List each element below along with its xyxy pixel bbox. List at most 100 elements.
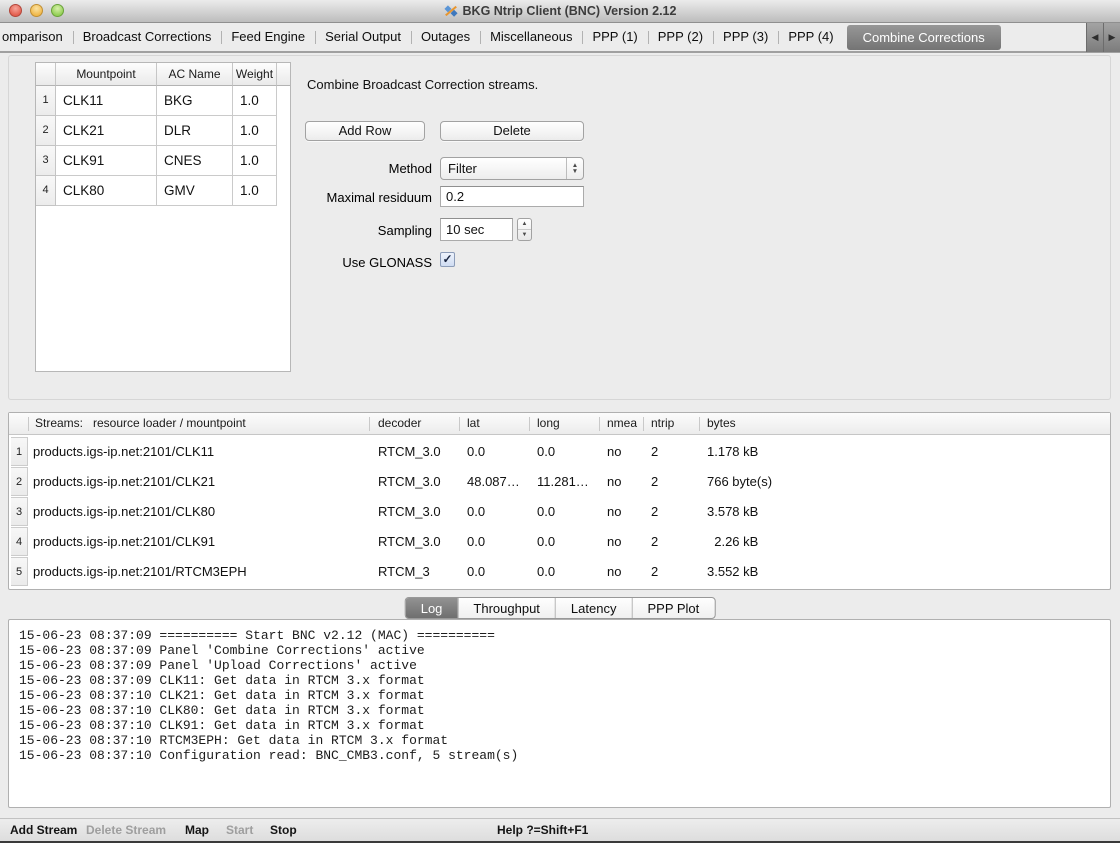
log-output-area[interactable]: 15-06-23 08:37:09 ========== Start BNC v…: [8, 619, 1111, 808]
cell-long: 11.281…: [537, 467, 589, 497]
column-header-weight: Weight: [233, 63, 277, 86]
cell-mountpoint: products.igs-ip.net:2101/CLK21: [33, 467, 215, 497]
cell-bytes: 3.578 kB: [707, 497, 758, 527]
streams-table[interactable]: Streams: resource loader / mountpoint de…: [8, 412, 1111, 590]
column-header-decoder: decoder: [378, 413, 421, 434]
table-corner-cell: [36, 63, 56, 86]
tab-combine-corrections[interactable]: Combine Corrections: [847, 25, 1001, 50]
cell-weight[interactable]: 1.0: [233, 116, 277, 146]
cell-weight[interactable]: 1.0: [233, 146, 277, 176]
stepper-up-icon[interactable]: ▲: [518, 219, 531, 230]
cell-weight[interactable]: 1.0: [233, 86, 277, 116]
maximal-residuum-input[interactable]: 0.2: [440, 186, 584, 207]
cell-nmea: no: [607, 497, 621, 527]
stop-button[interactable]: Stop: [270, 819, 297, 842]
cell-weight[interactable]: 1.0: [233, 176, 277, 206]
help-button[interactable]: Help ?=Shift+F1: [497, 819, 588, 842]
log-line: 15-06-23 08:37:09 Panel 'Upload Correcti…: [19, 658, 518, 673]
tab-comparison[interactable]: omparison: [0, 23, 73, 52]
tab-log[interactable]: Log: [406, 598, 458, 618]
delete-stream-button[interactable]: Delete Stream: [86, 819, 166, 842]
cell-nmea: no: [607, 437, 621, 467]
log-line: 15-06-23 08:37:10 Configuration read: BN…: [19, 748, 518, 763]
column-separator: [459, 417, 460, 431]
cell-ac-name[interactable]: GMV: [157, 176, 233, 206]
log-tab-bar: Log Throughput Latency PPP Plot: [405, 597, 716, 619]
combination-table[interactable]: Mountpoint AC Name Weight 1 CLK11 BKG 1.…: [35, 62, 291, 372]
cell-long: 0.0: [537, 497, 555, 527]
tab-ppp-plot[interactable]: PPP Plot: [631, 598, 714, 618]
tab-latency[interactable]: Latency: [555, 598, 632, 618]
cell-decoder: RTCM_3.0: [378, 497, 441, 527]
table-row: 3 CLK91 CNES 1.0: [36, 146, 290, 176]
sampling-stepper[interactable]: ▲ ▼: [517, 218, 532, 241]
column-header-streams-mountpoint: Streams: resource loader / mountpoint: [35, 413, 246, 434]
row-number[interactable]: 3: [36, 146, 56, 176]
cell-mountpoint[interactable]: CLK11: [56, 86, 157, 116]
tab-ppp-4[interactable]: PPP (4): [778, 23, 843, 52]
tab-ppp-2[interactable]: PPP (2): [648, 23, 713, 52]
tab-broadcast-corrections[interactable]: Broadcast Corrections: [73, 23, 222, 52]
column-header-filler: [277, 63, 290, 86]
start-button[interactable]: Start: [226, 819, 253, 842]
cell-mountpoint[interactable]: CLK21: [56, 116, 157, 146]
row-number[interactable]: 1: [11, 437, 28, 466]
tab-scroll-right-icon[interactable]: ▶: [1103, 23, 1120, 52]
cell-mountpoint: products.igs-ip.net:2101/RTCM3EPH: [33, 557, 247, 587]
cell-lat: 0.0: [467, 527, 485, 557]
sampling-label: Sampling: [307, 223, 432, 238]
row-number[interactable]: 4: [36, 176, 56, 206]
stream-row[interactable]: 2 products.igs-ip.net:2101/CLK21 RTCM_3.…: [9, 467, 1110, 497]
column-header-ntrip: ntrip: [651, 413, 674, 434]
column-separator: [699, 417, 700, 431]
add-row-button[interactable]: Add Row: [305, 121, 425, 141]
cell-lat: 0.0: [467, 497, 485, 527]
method-select[interactable]: Filter ▲ ▼: [440, 157, 584, 180]
cell-decoder: RTCM_3.0: [378, 527, 441, 557]
cell-ntrip: 2: [651, 467, 658, 497]
main-tab-bar: omparison Broadcast Corrections Feed Eng…: [0, 24, 1120, 53]
tab-miscellaneous[interactable]: Miscellaneous: [480, 23, 582, 52]
log-line: 15-06-23 08:37:10 CLK21: Get data in RTC…: [19, 688, 518, 703]
cell-ntrip: 2: [651, 437, 658, 467]
cell-long: 0.0: [537, 557, 555, 587]
tab-ppp-3[interactable]: PPP (3): [713, 23, 778, 52]
cell-mountpoint[interactable]: CLK91: [56, 146, 157, 176]
tab-scroll-left-icon[interactable]: ◀: [1086, 23, 1103, 52]
cell-ac-name[interactable]: BKG: [157, 86, 233, 116]
tab-outages[interactable]: Outages: [411, 23, 480, 52]
row-number[interactable]: 4: [11, 527, 28, 556]
cell-ac-name[interactable]: CNES: [157, 146, 233, 176]
map-button[interactable]: Map: [185, 819, 209, 842]
row-number[interactable]: 3: [11, 497, 28, 526]
stepper-down-icon[interactable]: ▼: [518, 230, 531, 240]
row-number[interactable]: 5: [11, 557, 28, 586]
add-stream-button[interactable]: Add Stream: [10, 819, 77, 842]
cell-mountpoint: products.igs-ip.net:2101/CLK80: [33, 497, 215, 527]
row-number[interactable]: 2: [11, 467, 28, 496]
cell-ac-name[interactable]: DLR: [157, 116, 233, 146]
cell-lat: 0.0: [467, 437, 485, 467]
titlebar: BKG Ntrip Client (BNC) Version 2.12: [0, 0, 1120, 23]
table-row: 1 CLK11 BKG 1.0: [36, 86, 290, 116]
tab-serial-output[interactable]: Serial Output: [315, 23, 411, 52]
cell-long: 0.0: [537, 437, 555, 467]
tab-throughput[interactable]: Throughput: [457, 598, 555, 618]
row-number[interactable]: 1: [36, 86, 56, 116]
sampling-input[interactable]: 10 sec: [440, 218, 513, 241]
cell-ntrip: 2: [651, 527, 658, 557]
stream-row[interactable]: 5 products.igs-ip.net:2101/RTCM3EPH RTCM…: [9, 557, 1110, 587]
use-glonass-label: Use GLONASS: [307, 255, 432, 270]
use-glonass-checkbox[interactable]: ✓: [440, 252, 455, 267]
stream-row[interactable]: 4 products.igs-ip.net:2101/CLK91 RTCM_3.…: [9, 527, 1110, 557]
delete-button[interactable]: Delete: [440, 121, 584, 141]
column-header-bytes: bytes: [707, 413, 736, 434]
tab-ppp-1[interactable]: PPP (1): [582, 23, 647, 52]
cell-bytes: 3.552 kB: [707, 557, 758, 587]
row-number[interactable]: 2: [36, 116, 56, 146]
log-line: 15-06-23 08:37:09 Panel 'Combine Correct…: [19, 643, 518, 658]
cell-mountpoint[interactable]: CLK80: [56, 176, 157, 206]
stream-row[interactable]: 1 products.igs-ip.net:2101/CLK11 RTCM_3.…: [9, 437, 1110, 467]
stream-row[interactable]: 3 products.igs-ip.net:2101/CLK80 RTCM_3.…: [9, 497, 1110, 527]
tab-feed-engine[interactable]: Feed Engine: [221, 23, 315, 52]
